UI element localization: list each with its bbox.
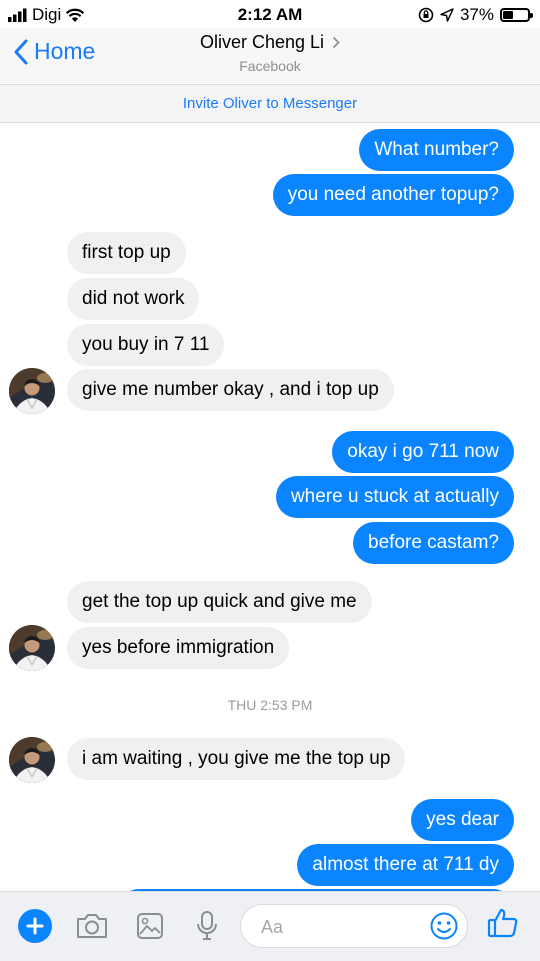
orientation-lock-icon [418, 7, 434, 23]
title-block[interactable]: Oliver Cheng Li Facebook [0, 32, 540, 74]
add-button[interactable] [18, 909, 52, 943]
status-right: 37% [418, 5, 533, 25]
message-incoming: did not work [67, 278, 200, 320]
composer-bar [0, 891, 540, 961]
conversation-header: Home Oliver Cheng Li Facebook [0, 28, 540, 85]
message-outgoing: What number? [359, 129, 514, 171]
message-incoming: i am waiting , you give me the top up [67, 738, 406, 780]
message-input[interactable] [259, 914, 413, 940]
battery-icon [500, 8, 533, 22]
photo-icon [137, 913, 163, 939]
photo-button[interactable] [132, 908, 168, 944]
emoji-button[interactable] [429, 911, 459, 941]
camera-button[interactable] [74, 908, 110, 944]
message-outgoing: yes dear [411, 799, 514, 841]
message-incoming: first top up [67, 232, 186, 274]
message-outgoing: almost there at 711 dy [297, 844, 514, 886]
battery-level [503, 11, 513, 19]
message-incoming: give me number okay , and i top up [67, 369, 394, 411]
message-timestamp: THU 2:53 PM [227, 697, 313, 713]
microphone-icon [197, 911, 217, 940]
invite-banner[interactable]: Invite Oliver to Messenger [0, 85, 540, 123]
avatar[interactable] [9, 737, 55, 783]
avatar-image [9, 625, 55, 671]
location-icon [440, 8, 454, 22]
avatar-image [9, 368, 55, 414]
message-outgoing: where u stuck at actually [275, 476, 514, 518]
like-button[interactable] [486, 906, 522, 942]
contact-title[interactable]: Oliver Cheng Li [200, 32, 340, 53]
message-outgoing: you need another topup? [272, 174, 514, 216]
contact-name: Oliver Cheng Li [199, 32, 325, 52]
message-outgoing: before castam? [353, 522, 514, 564]
status-bar: Digi 2:12 AM 37% [0, 0, 540, 28]
voice-button[interactable] [189, 908, 225, 944]
emoji-icon [430, 912, 458, 940]
camera-icon [77, 914, 107, 938]
avatar-image [9, 737, 55, 783]
contact-subtitle: Facebook [239, 58, 301, 74]
message-incoming: yes before immigration [67, 627, 290, 669]
avatar[interactable] [9, 368, 55, 414]
chevron-right-icon [332, 36, 340, 49]
plus-icon [26, 917, 44, 935]
message-outgoing: okay i go 711 now [332, 431, 514, 473]
message-box[interactable] [240, 904, 468, 948]
message-incoming: get the top up quick and give me [67, 581, 372, 623]
battery-percent: 37% [459, 5, 494, 24]
avatar[interactable] [9, 625, 55, 671]
message-incoming: you buy in 7 11 [67, 324, 225, 366]
thumbs-up-icon [487, 908, 518, 938]
